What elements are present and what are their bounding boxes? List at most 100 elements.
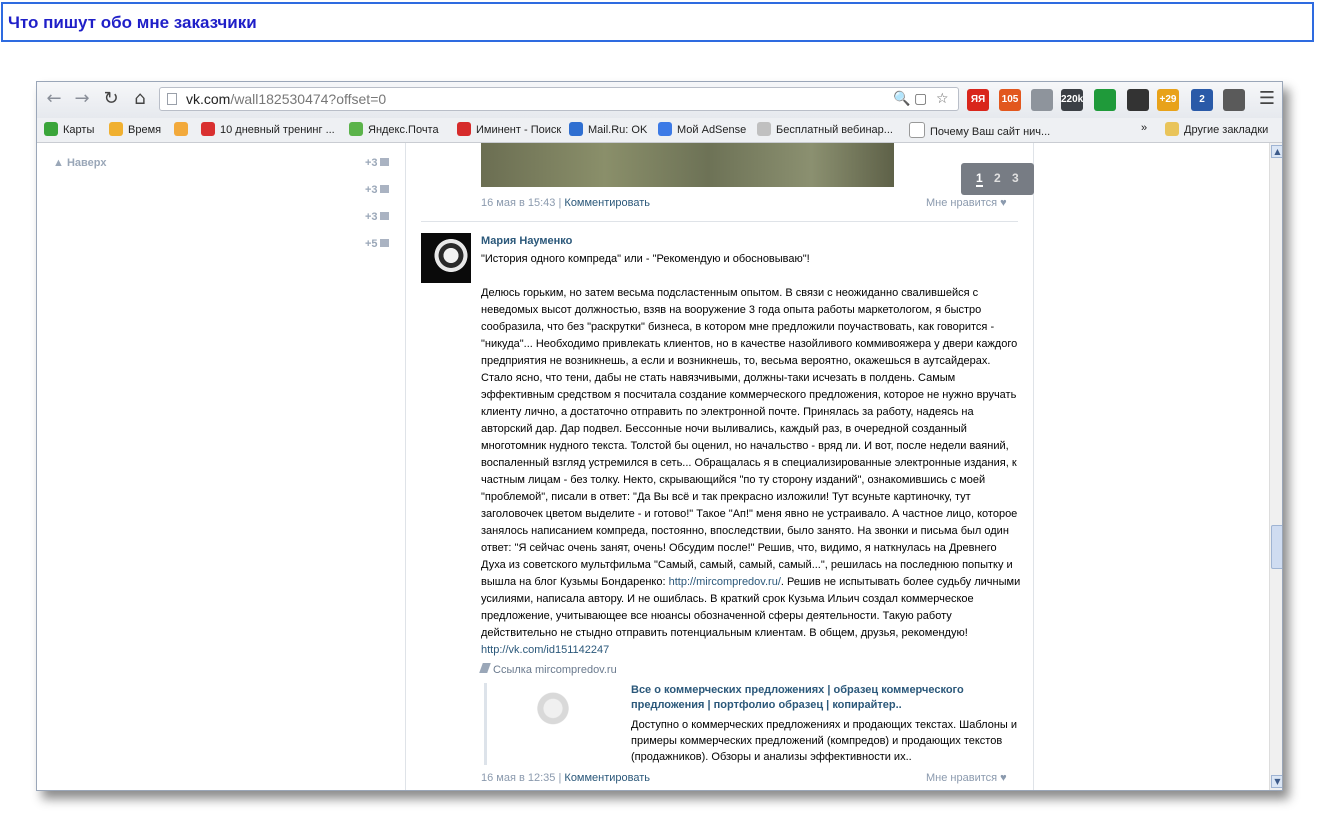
bookmark-label: Почему Ваш сайт нич... — [930, 126, 1051, 138]
evernote-icon[interactable] — [1223, 89, 1245, 111]
like-button[interactable]: Мне нравится ♥ — [926, 772, 1007, 784]
photo-pager: 1 2 3 — [961, 163, 1034, 195]
pager-item[interactable]: 3 — [1012, 171, 1019, 185]
pager-item[interactable]: 2 — [994, 171, 1001, 185]
pager-item[interactable]: 1 — [976, 171, 983, 187]
folder-icon — [1165, 122, 1179, 136]
settings-counter[interactable]: +5 — [365, 238, 389, 250]
link-preview-card: Все о коммерческих предложениях | образе… — [484, 683, 1027, 765]
scroll-down-icon[interactable]: ▼ — [1271, 775, 1282, 788]
bookmark-label: Время — [128, 124, 162, 136]
page-header: Что пишут обо мне заказчики — [1, 2, 1314, 42]
bookmark-item[interactable]: Время — [109, 122, 161, 136]
bookmark-label: Mail.Ru: OK — [588, 124, 648, 136]
other-bookmarks[interactable]: Другие закладки — [1165, 122, 1268, 136]
post-text-part: "История одного компреда" или - "Рекомен… — [481, 253, 1018, 588]
bookmark-icon — [569, 122, 583, 136]
scroll-top-link[interactable]: ▲ Наверх — [53, 157, 106, 169]
bookmark-item[interactable]: Карты — [44, 122, 94, 136]
bookmark-label: Мой AdSense — [677, 124, 747, 136]
zoom-icon[interactable]: 🔍 — [893, 91, 910, 107]
page-action-icon[interactable]: ▢ — [914, 91, 927, 107]
messages-counter[interactable]: +3 — [365, 157, 389, 169]
link-preview-image[interactable] — [499, 685, 607, 763]
comment-link[interactable]: Комментировать — [564, 197, 650, 209]
weather-icon[interactable]: +29 — [1157, 89, 1179, 111]
scroll-up-icon[interactable]: ▲ — [1271, 145, 1282, 158]
post-author[interactable]: Мария Науменко — [481, 235, 572, 247]
reload-icon[interactable]: ↻ — [100, 88, 122, 110]
window-icon[interactable]: 2 — [1191, 89, 1213, 111]
bookmark-item[interactable]: Почему Ваш сайт нич... — [909, 122, 1050, 138]
trash-icon[interactable] — [1031, 89, 1053, 111]
bookmark-icon — [44, 122, 58, 136]
yandex-icon[interactable]: ЯЯ — [967, 89, 989, 111]
comment-icon — [379, 212, 389, 220]
up-arrow-icon: ▲ — [53, 157, 64, 169]
star-icon[interactable]: ☆ — [936, 91, 949, 107]
bookmark-item[interactable]: Иминент - Поиск — [457, 122, 561, 136]
menu-icon[interactable]: ☰ — [1256, 88, 1278, 110]
page-heading: Что пишут обо мне заказчики — [8, 13, 257, 32]
comments-counter[interactable]: +3 — [365, 211, 389, 223]
bookmark-icon — [109, 122, 123, 136]
comment-link[interactable]: Комментировать — [564, 772, 650, 784]
page-icon — [167, 93, 177, 105]
back-arrow-icon[interactable]: ← — [43, 88, 65, 110]
bookmark-item[interactable]: Mail.Ru: OK — [569, 122, 647, 136]
gear-icon — [379, 239, 389, 247]
attached-link-label[interactable]: Ссылка mircompredov.ru — [479, 663, 617, 676]
browser-toolbar: ← → ↻ ⌂ vk.com/wall182530474?offset=0 🔍 … — [37, 82, 1282, 118]
address-bar[interactable]: vk.com/wall182530474?offset=0 🔍 ▢ ☆ — [159, 87, 959, 111]
bookmark-label: Карты — [63, 124, 95, 136]
post-date[interactable]: 16 мая в 12:35 — [481, 772, 555, 784]
friends-counter[interactable]: +3 — [365, 184, 389, 196]
heart-icon: ♥ — [1000, 772, 1007, 784]
like-button[interactable]: Мне нравится ♥ — [926, 197, 1007, 209]
bookmark-item[interactable]: Бесплатный вебинар... — [757, 122, 893, 136]
robot-icon[interactable] — [1094, 89, 1116, 111]
other-bookmarks-label: Другие закладки — [1184, 124, 1269, 136]
forward-arrow-icon[interactable]: → — [71, 88, 93, 110]
link-label-text: Ссылка mircompredov.ru — [493, 664, 617, 676]
bookmark-item[interactable] — [174, 122, 193, 136]
bookmarks-bar: Карты Время 10 дневный тренинг ... Яндекс.П… — [37, 118, 1282, 143]
counter-value: +3 — [365, 157, 378, 169]
prev-post-meta: 16 мая в 15:43 | Комментировать — [481, 197, 650, 209]
bookmark-icon — [757, 122, 771, 136]
bookmarks-more-icon[interactable]: » — [1141, 122, 1147, 134]
link-preview-title[interactable]: Все о коммерческих предложениях | образе… — [631, 683, 1011, 713]
counter-value: +3 — [365, 184, 378, 196]
post-photo[interactable] — [481, 143, 894, 187]
meta-divider: | — [558, 772, 562, 784]
scroll-thumb[interactable] — [1271, 525, 1282, 569]
avatar[interactable] — [421, 233, 471, 283]
link-preview-description: Доступно о коммерческих предложениях и п… — [631, 719, 1018, 763]
wall-column: 1 2 3 16 мая в 15:43 | Комментировать Мн… — [406, 143, 1034, 790]
counter-icon[interactable]: 220k — [1061, 89, 1083, 111]
bookmark-icon — [658, 122, 672, 136]
bookmark-icon — [909, 122, 925, 138]
url-host: vk.com — [186, 91, 231, 107]
bookmark-item[interactable]: Яндекс.Почта — [349, 122, 439, 136]
url-text[interactable]: vk.com/wall182530474?offset=0 — [186, 91, 386, 107]
inbox-icon[interactable]: 105 — [999, 89, 1021, 111]
post-date[interactable]: 16 мая в 15:43 — [481, 197, 555, 209]
home-icon[interactable]: ⌂ — [129, 88, 151, 110]
friends-icon — [379, 185, 389, 193]
link-arrow-icon — [479, 663, 491, 673]
left-column: ▲ Наверх +3 +3 +3 +5 — [37, 143, 406, 790]
page-content: ▲ Наверх +3 +3 +3 +5 1 2 3 16 мая в 15:4… — [37, 143, 1269, 790]
post-divider — [421, 221, 1018, 222]
counter-value: +5 — [365, 238, 378, 250]
binoculars-icon[interactable] — [1127, 89, 1149, 111]
bookmark-item[interactable]: 10 дневный тренинг ... — [201, 122, 335, 136]
bookmark-label: 10 дневный тренинг ... — [220, 124, 335, 136]
bookmark-icon — [201, 122, 215, 136]
post-link[interactable]: http://mircompredov.ru/ — [669, 576, 781, 588]
bookmark-label: Иминент - Поиск — [476, 124, 562, 136]
bookmark-icon — [457, 122, 471, 136]
bookmark-item[interactable]: Мой AdSense — [658, 122, 746, 136]
profile-link[interactable]: http://vk.com/id151142247 — [481, 644, 609, 656]
vertical-scrollbar[interactable]: ▲ ▼ — [1269, 143, 1282, 790]
